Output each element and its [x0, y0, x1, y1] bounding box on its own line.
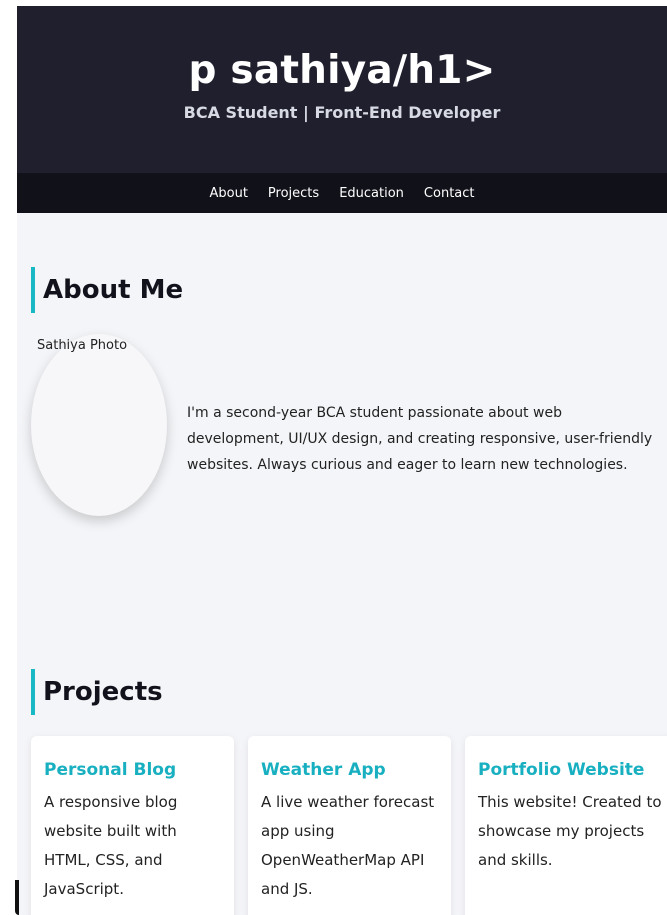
main-nav: About Projects Education Contact — [17, 173, 667, 213]
profile-photo: Sathiya Photo — [31, 334, 167, 516]
about-description: I'm a second-year BCA student passionate… — [187, 405, 653, 473]
profile-photo-frame — [31, 334, 167, 516]
nav-link-projects[interactable]: Projects — [268, 186, 319, 201]
project-card-description: This website! Created to showcase my pro… — [478, 793, 662, 869]
project-card-portfolio-website: Portfolio Website This website! Created … — [465, 736, 667, 915]
profile-photo-alt-text: Sathiya Photo — [37, 338, 128, 353]
project-card-personal-blog: Personal Blog A responsive blog website … — [31, 736, 234, 915]
site-title: p sathiya/h1> — [188, 48, 496, 93]
projects-heading: Projects — [31, 669, 163, 715]
nav-link-about[interactable]: About — [209, 186, 247, 201]
window-edge — [15, 880, 19, 915]
site-subtitle: BCA Student | Front-End Developer — [183, 103, 501, 122]
page: p sathiya/h1> BCA Student | Front-End De… — [17, 6, 667, 915]
nav-link-education[interactable]: Education — [339, 186, 404, 201]
project-card-title: Personal Blog — [44, 760, 177, 780]
site-header: p sathiya/h1> BCA Student | Front-End De… — [17, 6, 667, 173]
project-card-title: Weather App — [261, 760, 386, 780]
project-card-title: Portfolio Website — [478, 760, 645, 780]
about-heading: About Me — [31, 267, 183, 313]
project-card-weather-app: Weather App A live weather forecast app … — [248, 736, 451, 915]
project-card-description: A responsive blog website built with HTM… — [44, 793, 178, 898]
project-card-description: A live weather forecast app using OpenWe… — [261, 793, 435, 898]
nav-link-contact[interactable]: Contact — [424, 186, 475, 201]
